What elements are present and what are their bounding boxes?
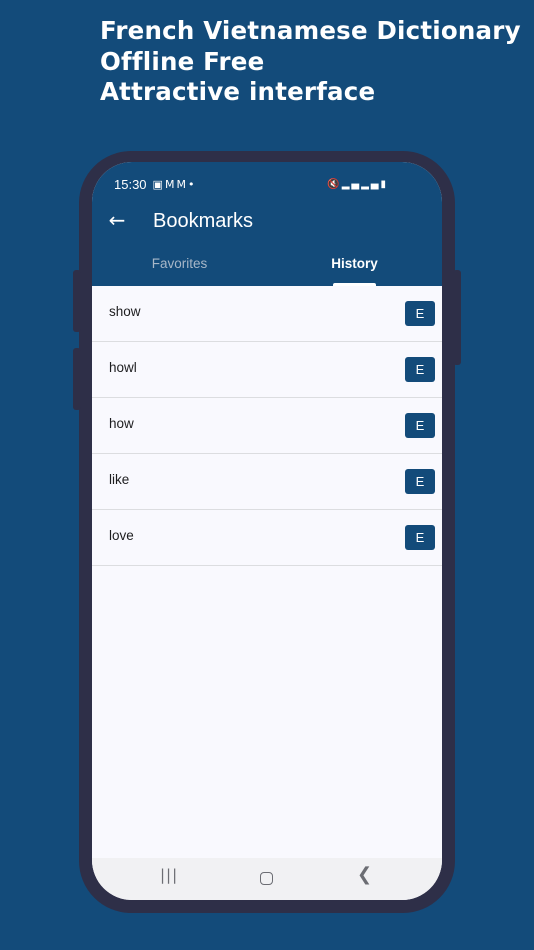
recents-icon[interactable]: ||| bbox=[160, 866, 178, 884]
list-item[interactable]: love E bbox=[92, 510, 442, 566]
image-icon: ▣ bbox=[152, 177, 165, 191]
promo-line-3: Attractive interface bbox=[100, 77, 376, 106]
notification-icons: ▣MM• bbox=[153, 178, 197, 191]
list-item[interactable]: like E bbox=[92, 454, 442, 510]
power-button bbox=[453, 270, 461, 365]
home-icon[interactable] bbox=[260, 872, 273, 885]
list-item[interactable]: how E bbox=[92, 398, 442, 454]
dot-icon: • bbox=[187, 177, 197, 191]
history-list: show E howl E how E like E love E bbox=[92, 286, 442, 566]
signal-icon: ▂▄ bbox=[341, 178, 362, 190]
status-time: 15:30 bbox=[114, 176, 147, 192]
gmail-icon: M bbox=[164, 177, 177, 191]
signal-icon: ▂▄ bbox=[361, 178, 381, 190]
promo-line-1: French Vietnamese Dictionary bbox=[100, 16, 521, 45]
language-badge[interactable]: E bbox=[405, 413, 435, 438]
volume-button bbox=[73, 270, 81, 332]
list-item-word: love bbox=[109, 528, 134, 543]
language-badge[interactable]: E bbox=[405, 301, 435, 326]
language-badge[interactable]: E bbox=[405, 525, 435, 550]
arrow-left-icon[interactable]: ← bbox=[106, 208, 128, 232]
promo-headline: French Vietnamese Dictionary Offline Fre… bbox=[100, 16, 521, 108]
system-nav-bar: ||| ❮ bbox=[92, 858, 442, 900]
promo-line-2: Offline Free bbox=[100, 46, 265, 76]
system-icons: 🔇▂▄▂▄▮ bbox=[327, 179, 388, 190]
list-item-word: show bbox=[109, 304, 141, 319]
list-item-word: like bbox=[109, 472, 130, 487]
list-item-word: how bbox=[109, 416, 134, 431]
language-badge[interactable]: E bbox=[405, 357, 435, 382]
language-badge[interactable]: E bbox=[405, 469, 435, 494]
list-item[interactable]: show E bbox=[92, 286, 442, 342]
list-item-word: howl bbox=[109, 360, 137, 375]
mute-icon: 🔇 bbox=[327, 178, 342, 190]
page-title: Bookmarks bbox=[153, 210, 254, 232]
app-bar: 15:30 ▣MM• 🔇▂▄▂▄▮ ← Bookmarks Favorites … bbox=[92, 162, 442, 286]
back-chevron-icon[interactable]: ❮ bbox=[357, 864, 372, 885]
battery-icon: ▮ bbox=[380, 178, 388, 190]
status-bar: 15:30 ▣MM• 🔇▂▄▂▄▮ bbox=[114, 176, 388, 192]
phone-screen: 15:30 ▣MM• 🔇▂▄▂▄▮ ← Bookmarks Favorites … bbox=[92, 162, 442, 900]
list-item[interactable]: howl E bbox=[92, 342, 442, 398]
gmail-icon: M bbox=[176, 177, 188, 191]
tab-favorites[interactable]: Favorites bbox=[132, 256, 227, 276]
bixby-button bbox=[73, 348, 81, 410]
tab-history[interactable]: History bbox=[307, 256, 402, 276]
